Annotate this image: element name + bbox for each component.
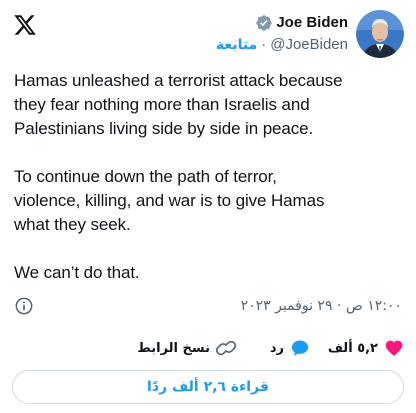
- action-bar: ٥,٢ ألف رد نسخ الرابط: [0, 334, 416, 362]
- author-text: Joe Biden متابعة · @JoeBiden: [216, 13, 348, 55]
- copy-link-button[interactable]: نسخ الرابط: [137, 334, 236, 362]
- copy-link-label: نسخ الرابط: [137, 340, 210, 356]
- author-block: Joe Biden متابعة · @JoeBiden: [216, 10, 404, 58]
- author-display-name[interactable]: Joe Biden: [276, 13, 348, 33]
- author-name-row[interactable]: Joe Biden: [255, 13, 348, 33]
- heart-icon: [385, 340, 403, 356]
- like-count: ٥,٢ ألف: [327, 340, 378, 356]
- tweet-timestamp[interactable]: ١٢:٠٠ ص · ٢٩ نوفمبر ٢٠٢٣: [241, 296, 402, 316]
- read-replies-button[interactable]: قراءة ٢,٦ ألف ردًا: [12, 370, 404, 404]
- author-meta-row: متابعة · @JoeBiden: [216, 35, 348, 55]
- like-button[interactable]: ٥,٢ ألف: [328, 334, 404, 362]
- verified-badge-icon: [256, 15, 273, 31]
- link-icon: [216, 340, 236, 356]
- reply-bubble-icon: [291, 340, 309, 356]
- avatar[interactable]: [356, 10, 404, 58]
- x-logo-icon[interactable]: [13, 13, 37, 37]
- reply-button[interactable]: رد: [270, 334, 310, 362]
- author-handle[interactable]: @JoeBiden: [270, 35, 348, 55]
- tweet-text: Hamas unleashed a terrorist attack becau…: [14, 71, 343, 282]
- follow-button[interactable]: متابعة: [216, 35, 257, 55]
- separator-dot: ·: [261, 36, 267, 53]
- info-icon[interactable]: [14, 296, 34, 316]
- reply-label: رد: [269, 340, 284, 356]
